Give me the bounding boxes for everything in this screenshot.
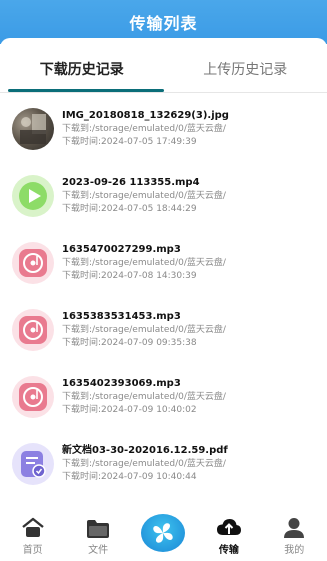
file-path: 下载到:/storage/emulated/0/蓝天云盘/: [62, 257, 226, 268]
cloud-transfer-icon: [216, 519, 241, 535]
file-path: 下载到:/storage/emulated/0/蓝天云盘/: [62, 391, 226, 402]
download-time: 下载时间:2024-07-09 10:40:44: [62, 471, 197, 482]
document-icon: [12, 442, 54, 485]
photo-thumbnail: [12, 107, 54, 150]
list-item[interactable]: 1635470027299.mp3 下载到:/storage/emulated/…: [0, 229, 327, 296]
bottom-nav: 首页 文件 传输 我的: [0, 514, 327, 561]
folder-icon: [87, 520, 110, 538]
file-name: 2023-09-26 113355.mp4: [62, 176, 200, 188]
music-disc-icon: [12, 375, 54, 418]
download-time: 下载时间:2024-07-08 14:30:39: [62, 270, 197, 281]
file-path: 下载到:/storage/emulated/0/蓝天云盘/: [62, 458, 226, 469]
nav-center[interactable]: [131, 514, 196, 561]
list-item[interactable]: 新文档03-30-202016.12.59.pdf 下载到:/storage/e…: [0, 430, 327, 497]
tab-bar: 下载历史记录 上传历史记录: [0, 52, 327, 92]
video-play-icon: [12, 174, 54, 217]
page-title: 传输列表: [129, 14, 198, 33]
nav-label: 传输: [218, 545, 239, 556]
nav-profile[interactable]: 我的: [262, 514, 327, 561]
nav-files[interactable]: 文件: [65, 514, 130, 561]
file-name: 新文档03-30-202016.12.59.pdf: [62, 444, 228, 456]
nav-transfer[interactable]: 传输: [196, 514, 261, 561]
file-name: 1635402393069.mp3: [62, 377, 181, 389]
file-path: 下载到:/storage/emulated/0/蓝天云盘/: [62, 324, 226, 335]
tab-download-history[interactable]: 下载历史记录: [0, 52, 164, 92]
music-disc-icon: [12, 241, 54, 284]
list-item[interactable]: 2023-09-26 113355.mp4 下载到:/storage/emula…: [0, 162, 327, 229]
tab-upload-history[interactable]: 上传历史记录: [164, 52, 327, 92]
file-name: 1635470027299.mp3: [62, 243, 181, 255]
transfer-list: IMG_20180818_132629(3).jpg 下载到:/storage/…: [0, 95, 327, 497]
download-time: 下载时间:2024-07-09 10:40:02: [62, 404, 197, 415]
tab-divider: [0, 92, 327, 93]
list-item[interactable]: 1635402393069.mp3 下载到:/storage/emulated/…: [0, 363, 327, 430]
list-item[interactable]: 1635383531453.mp3 下载到:/storage/emulated/…: [0, 296, 327, 363]
nav-home[interactable]: 首页: [0, 514, 65, 561]
file-path: 下载到:/storage/emulated/0/蓝天云盘/: [62, 190, 226, 201]
music-disc-icon: [12, 308, 54, 351]
download-time: 下载时间:2024-07-09 09:35:38: [62, 337, 197, 348]
file-name: IMG_20180818_132629(3).jpg: [62, 109, 229, 121]
content-sheet: 下载历史记录 上传历史记录 IMG_20180818_132629(3).jpg…: [0, 38, 327, 518]
file-path: 下载到:/storage/emulated/0/蓝天云盘/: [62, 123, 226, 134]
download-time: 下载时间:2024-07-05 17:49:39: [62, 136, 197, 147]
nav-label: 首页: [22, 545, 43, 556]
list-item[interactable]: IMG_20180818_132629(3).jpg 下载到:/storage/…: [0, 95, 327, 162]
nav-label: 文件: [88, 545, 109, 556]
user-icon: [284, 518, 305, 538]
home-icon: [21, 517, 44, 537]
nav-label: 我的: [284, 545, 305, 556]
download-time: 下载时间:2024-07-05 18:44:29: [62, 203, 197, 214]
file-name: 1635383531453.mp3: [62, 310, 181, 322]
app-logo-icon: [141, 514, 186, 552]
